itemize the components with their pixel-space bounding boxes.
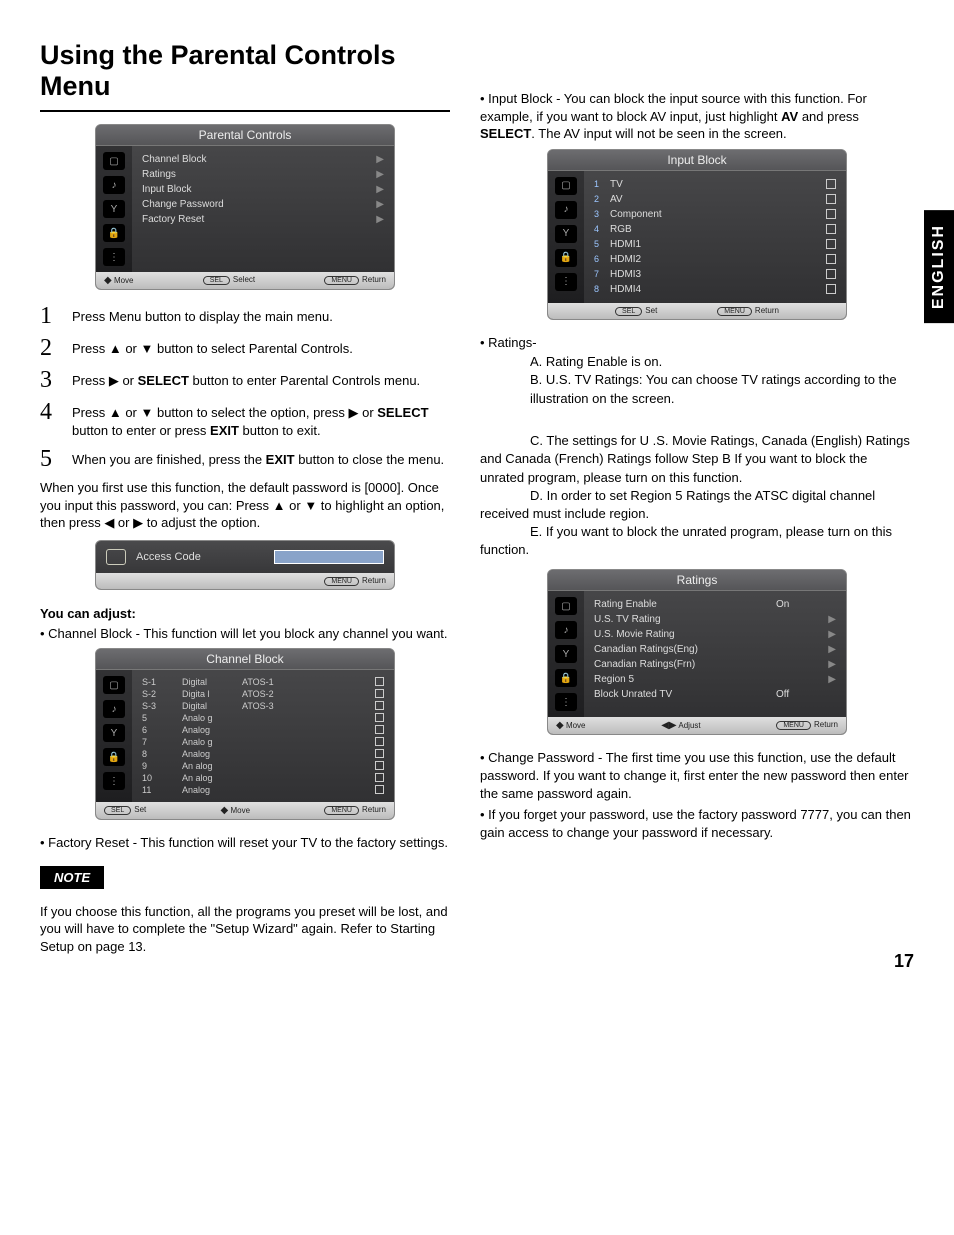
page-number: 17 bbox=[894, 951, 914, 972]
settings-icon: ⋮ bbox=[555, 693, 577, 711]
channel-block-row[interactable]: S-2Digita lATOS-2 bbox=[140, 688, 386, 700]
page-title: Using the Parental Controls Menu bbox=[40, 40, 450, 102]
input-block-row[interactable]: 6HDMI2 bbox=[592, 252, 838, 267]
ratings-row[interactable]: Canadian Ratings(Eng)▶ bbox=[592, 642, 838, 657]
ratings-row[interactable]: U.S. TV Rating▶ bbox=[592, 612, 838, 627]
ratings-row[interactable]: Region 5▶ bbox=[592, 672, 838, 687]
ratings-row[interactable]: Block Unrated TVOff bbox=[592, 687, 838, 702]
channel-block-row[interactable]: S-1DigitalATOS-1 bbox=[140, 676, 386, 688]
lock-icon: 🔒 bbox=[555, 249, 577, 267]
channel-block-row[interactable]: 8Analog bbox=[140, 748, 386, 760]
input-block-row[interactable]: 5HDMI1 bbox=[592, 237, 838, 252]
tv-icon: ▢ bbox=[103, 152, 125, 170]
forgot-password-bullet: If you forget your password, use the fac… bbox=[480, 806, 914, 841]
channel-block-row[interactable]: S-3DigitalATOS-3 bbox=[140, 700, 386, 712]
audio-icon: ♪ bbox=[555, 621, 577, 639]
lock-icon: 🔒 bbox=[103, 748, 125, 766]
input-block-row[interactable]: 1TV bbox=[592, 177, 838, 192]
input-block-row[interactable]: 7HDMI3 bbox=[592, 267, 838, 282]
osd-channel-block-title: Channel Block bbox=[96, 649, 394, 670]
settings-icon: ⋮ bbox=[103, 248, 125, 266]
osd-menu-item[interactable]: Input Block▶ bbox=[140, 182, 386, 197]
tv-icon: ▢ bbox=[555, 177, 577, 195]
channel-block-row[interactable]: 6Analog bbox=[140, 724, 386, 736]
channel-block-row[interactable]: 5Analo g bbox=[140, 712, 386, 724]
change-password-bullet: Change Password - The first time you use… bbox=[480, 749, 914, 802]
osd-menu-item[interactable]: Change Password▶ bbox=[140, 197, 386, 212]
ratings-text-block: Ratings- A. Rating Enable is on. B. U.S.… bbox=[480, 334, 914, 444]
osd-icon-strip: ▢ ♪ Y 🔒 ⋮ bbox=[96, 146, 132, 272]
osd-access-code: Access Code MENUReturn bbox=[95, 540, 395, 590]
osd-parental-title: Parental Controls bbox=[96, 125, 394, 146]
input-block-row[interactable]: 2AV bbox=[592, 192, 838, 207]
input-block-bullet: Input Block - You can block the input so… bbox=[480, 90, 914, 143]
settings-icon: ⋮ bbox=[555, 273, 577, 291]
osd-ratings: Ratings ▢ ♪ Y 🔒 ⋮ Rating EnableOnU.S. TV… bbox=[547, 569, 847, 735]
tv-icon: ▢ bbox=[103, 676, 125, 694]
ratings-e-text: E. If you want to block the unrated prog… bbox=[480, 523, 914, 559]
osd-input-block: Input Block ▢ ♪ Y 🔒 ⋮ 1TV2AV3Component4R… bbox=[547, 149, 847, 320]
step-item: 2Press ▲ or ▼ button to select Parental … bbox=[40, 336, 450, 360]
osd-parental-controls: Parental Controls ▢ ♪ Y 🔒 ⋮ Channel Bloc… bbox=[95, 124, 395, 290]
input-block-row[interactable]: 8HDMI4 bbox=[592, 282, 838, 297]
osd-footer: ◆ Move SELSelect MENUReturn bbox=[96, 272, 394, 289]
antenna-icon: Y bbox=[555, 645, 577, 663]
channel-block-row[interactable]: 10An alog bbox=[140, 772, 386, 784]
tv-icon: ▢ bbox=[555, 597, 577, 615]
channel-block-bullet: Channel Block - This function will let y… bbox=[40, 625, 450, 643]
ratings-row[interactable]: Canadian Ratings(Frn)▶ bbox=[592, 657, 838, 672]
ratings-row[interactable]: Rating EnableOn bbox=[592, 597, 838, 612]
osd-input-block-title: Input Block bbox=[548, 150, 846, 171]
osd-channel-block: Channel Block ▢ ♪ Y 🔒 ⋮ S-1DigitalATOS-1… bbox=[95, 648, 395, 820]
lock-icon bbox=[106, 549, 126, 565]
audio-icon: ♪ bbox=[103, 700, 125, 718]
access-code-field[interactable] bbox=[274, 550, 384, 564]
channel-block-row[interactable]: 7Analo g bbox=[140, 736, 386, 748]
antenna-icon: Y bbox=[103, 200, 125, 218]
note-badge: NOTE bbox=[40, 866, 104, 889]
channel-block-row[interactable]: 11Analog bbox=[140, 784, 386, 796]
ratings-row[interactable]: U.S. Movie Rating▶ bbox=[592, 627, 838, 642]
osd-menu-item[interactable]: Factory Reset▶ bbox=[140, 212, 386, 227]
step-item: 4Press ▲ or ▼ button to select the optio… bbox=[40, 400, 450, 439]
antenna-icon: Y bbox=[103, 724, 125, 742]
note-text: If you choose this function, all the pro… bbox=[40, 903, 450, 956]
lock-icon: 🔒 bbox=[555, 669, 577, 687]
audio-icon: ♪ bbox=[103, 176, 125, 194]
ratings-d-text: D. In order to set Region 5 Ratings the … bbox=[480, 487, 914, 523]
step-item: 1Press Menu button to display the main m… bbox=[40, 304, 450, 328]
input-block-row[interactable]: 3Component bbox=[592, 207, 838, 222]
channel-block-row[interactable]: 9An alog bbox=[140, 760, 386, 772]
osd-menu-item[interactable]: Ratings▶ bbox=[140, 167, 386, 182]
steps-list: 1Press Menu button to display the main m… bbox=[40, 304, 450, 471]
osd-menu-item[interactable]: Channel Block▶ bbox=[140, 152, 386, 167]
audio-icon: ♪ bbox=[555, 201, 577, 219]
language-tab: ENGLISH bbox=[924, 210, 954, 323]
step-item: 3Press ▶ or SELECT button to enter Paren… bbox=[40, 368, 450, 392]
access-code-label: Access Code bbox=[136, 551, 201, 563]
antenna-icon: Y bbox=[555, 225, 577, 243]
input-block-row[interactable]: 4RGB bbox=[592, 222, 838, 237]
lock-icon: 🔒 bbox=[103, 224, 125, 242]
default-password-text: When you first use this function, the de… bbox=[40, 479, 450, 532]
ratings-c-text: C. The settings for U .S. Movie Ratings,… bbox=[480, 432, 914, 487]
factory-reset-bullet: Factory Reset - This function will reset… bbox=[40, 834, 450, 852]
settings-icon: ⋮ bbox=[103, 772, 125, 790]
title-rule bbox=[40, 110, 450, 112]
step-item: 5When you are finished, press the EXIT b… bbox=[40, 447, 450, 471]
osd-ratings-title: Ratings bbox=[548, 570, 846, 591]
adjust-heading: You can adjust: bbox=[40, 606, 450, 621]
